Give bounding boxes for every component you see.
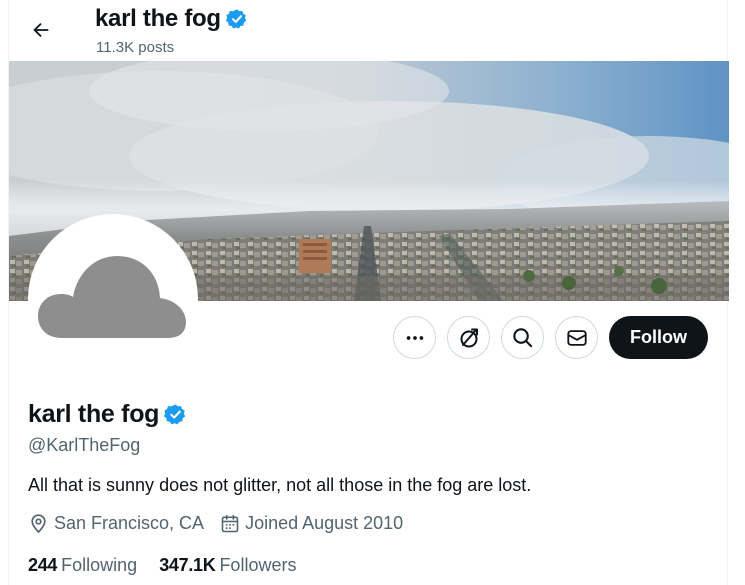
- message-icon: [566, 329, 587, 346]
- subscribe-button[interactable]: [447, 316, 490, 359]
- following-count: 244: [28, 555, 58, 575]
- followers-label: Followers: [219, 555, 297, 575]
- search-button[interactable]: [501, 316, 544, 359]
- profile-actions: Follow: [393, 316, 708, 359]
- post-count: 11.3K posts: [96, 39, 175, 56]
- profile-page: karl the fog 11.3K posts Follow karl the…: [8, 0, 729, 585]
- message-button[interactable]: [555, 316, 598, 359]
- profile-stats: 244 Following 347.1K Followers: [28, 555, 318, 576]
- calendar-icon: [221, 514, 239, 532]
- follow-button[interactable]: Follow: [609, 316, 708, 359]
- more-icon: [406, 335, 423, 340]
- header-name: karl the fog: [95, 5, 221, 32]
- location-item: San Francisco, CA: [28, 513, 204, 534]
- following-label: Following: [61, 555, 138, 575]
- back-button[interactable]: [23, 12, 59, 48]
- joined-text: Joined August 2010: [245, 513, 404, 533]
- display-name: karl the fog: [28, 400, 160, 428]
- profile-handle: @KarlTheFog: [28, 435, 141, 455]
- joined-item: Joined August 2010: [220, 513, 403, 534]
- profile-avatar[interactable]: [28, 214, 198, 384]
- followers-link[interactable]: 347.1K Followers: [159, 555, 296, 576]
- back-arrow-icon: [33, 22, 49, 38]
- cloud-avatar-icon: [38, 256, 186, 338]
- subscribe-icon: [460, 328, 478, 347]
- search-icon: [513, 328, 533, 348]
- verified-badge-icon: [225, 9, 247, 29]
- top-header: karl the fog 11.3K posts: [9, 0, 729, 61]
- verified-badge-icon[interactable]: [164, 403, 187, 426]
- profile-name: karl the fog: [28, 400, 187, 429]
- header-title: karl the fog: [95, 5, 248, 33]
- followers-count: 347.1K: [159, 555, 216, 575]
- following-link[interactable]: 244 Following: [28, 555, 137, 576]
- profile-meta: San Francisco, CA Joined August 2010: [28, 513, 419, 534]
- location-icon: [31, 514, 46, 534]
- more-button[interactable]: [393, 316, 436, 359]
- location-text: San Francisco, CA: [54, 513, 205, 533]
- profile-bio: All that is sunny does not glitter, not …: [28, 475, 532, 495]
